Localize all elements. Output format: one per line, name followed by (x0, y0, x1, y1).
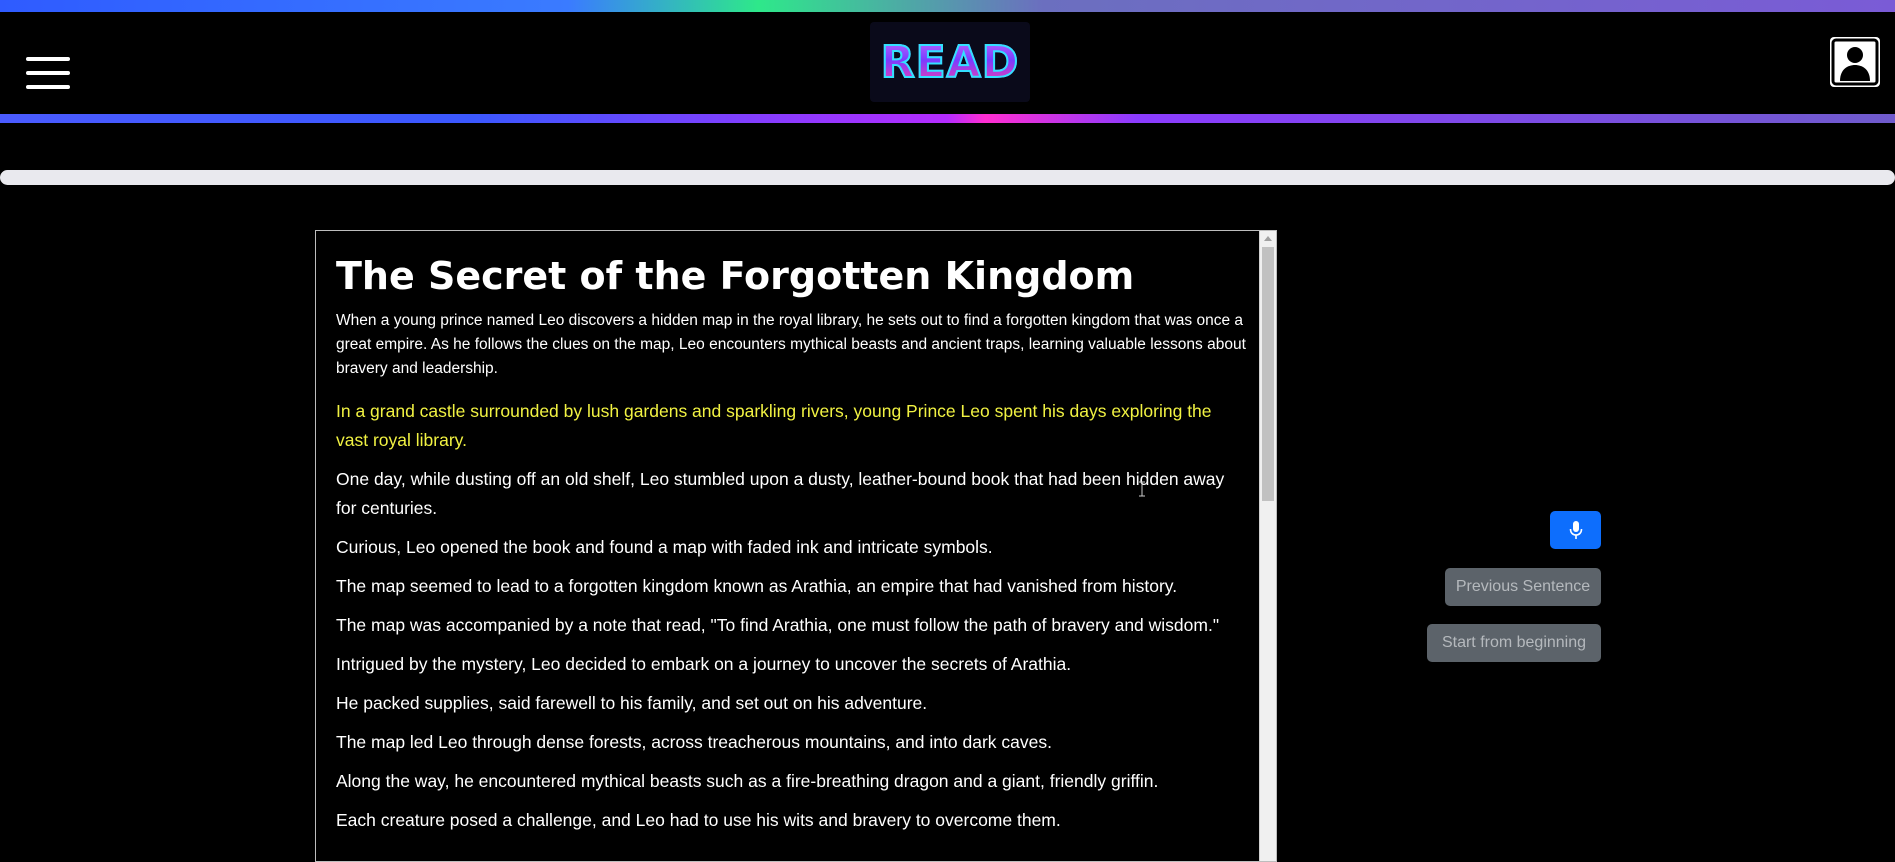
sentence[interactable]: Each creature posed a challenge, and Leo… (336, 806, 1246, 835)
sentence[interactable]: The map led Leo through dense forests, a… (336, 728, 1246, 757)
previous-sentence-button[interactable]: Previous Sentence (1445, 568, 1601, 606)
story-summary: When a young prince named Leo discovers … (336, 311, 1246, 377)
sentence[interactable]: The map seemed to lead to a forgotten ki… (336, 572, 1246, 601)
reading-progress-bar (0, 170, 1895, 185)
sentence[interactable]: Along the way, he encountered mythical b… (336, 767, 1246, 796)
story-title: The Secret of the Forgotten Kingdom (336, 254, 1135, 298)
sentence[interactable]: One day, while dusting off an old shelf,… (336, 465, 1246, 523)
sentence[interactable]: Curious, Leo opened the book and found a… (336, 533, 1246, 562)
reader-scrollbar[interactable] (1259, 231, 1276, 861)
read-logo[interactable]: READ (870, 22, 1030, 102)
top-header: READ (0, 12, 1895, 114)
top-accent-bar (0, 0, 1895, 12)
logo-text: READ (880, 36, 1020, 89)
start-from-beginning-button[interactable]: Start from beginning (1427, 624, 1601, 662)
sentence[interactable]: The map was accompanied by a note that r… (336, 611, 1246, 640)
story-content: The Secret of the Forgotten Kingdom When… (336, 231, 1246, 845)
sentence[interactable]: He packed supplies, said farewell to his… (336, 689, 1246, 718)
microphone-button[interactable] (1550, 511, 1601, 549)
sentence[interactable]: In a grand castle surrounded by lush gar… (336, 397, 1246, 455)
scroll-up-arrow-icon[interactable] (1264, 236, 1272, 241)
hamburger-menu-icon[interactable] (26, 57, 70, 91)
text-cursor-icon (1139, 481, 1145, 497)
header-accent-bar (0, 114, 1895, 123)
microphone-icon (1569, 521, 1582, 539)
user-profile-icon[interactable] (1830, 37, 1880, 87)
story-reader-panel[interactable]: The Secret of the Forgotten Kingdom When… (315, 230, 1277, 862)
scrollbar-thumb[interactable] (1262, 247, 1274, 501)
sentence[interactable]: Intrigued by the mystery, Leo decided to… (336, 650, 1246, 679)
